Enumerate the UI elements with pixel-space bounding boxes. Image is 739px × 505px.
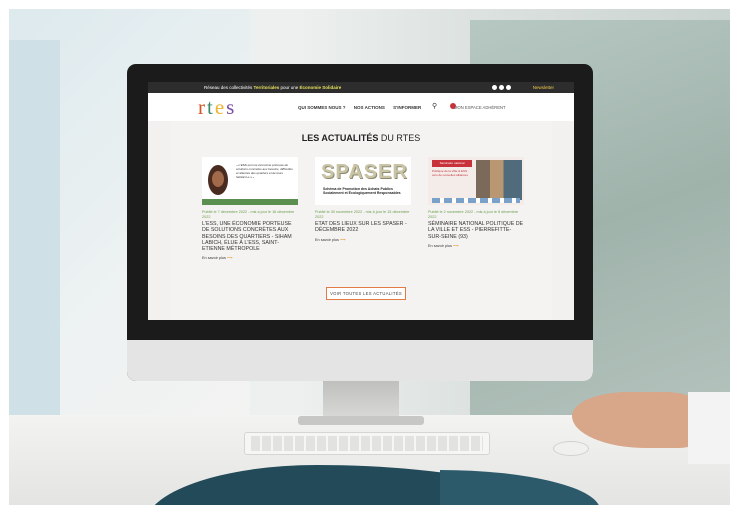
section-title: LES ACTUALITÉS DU RTES — [170, 133, 552, 143]
card-read-more[interactable]: En savoir plus ⟶ — [202, 255, 298, 260]
section-title-rest: DU RTES — [378, 133, 421, 143]
card-read-more-label: En savoir plus — [315, 237, 339, 242]
arrow-right-icon: ⟶ — [339, 237, 346, 242]
nav-item-qui-sommes-nous[interactable]: QUI SOMMES NOUS ? — [298, 105, 346, 110]
mouse — [553, 441, 589, 456]
frame-top — [0, 0, 739, 9]
logo-letter-t: t — [207, 95, 215, 119]
news-card[interactable]: Séminaire national Politique de la Ville… — [428, 157, 524, 248]
monitor-stand — [323, 381, 399, 419]
main-nav: QUI SOMMES NOUS ? NOS ACTIONS S'INFORMER — [298, 105, 428, 110]
wall-panel-left — [0, 40, 60, 440]
frame-left — [0, 0, 9, 505]
top-bar-text: Réseau des collectivités Territoriales p… — [204, 85, 341, 90]
card-read-more-label: En savoir plus — [202, 256, 226, 261]
card-meta: Publié le 7 décembre 2022 - mis à jour l… — [202, 210, 295, 219]
top-bar-text-bold: Territoriales — [253, 85, 280, 90]
card-title[interactable]: ETAT DES LIEUX SUR LES SPASER - DÉCEMBRE… — [315, 221, 411, 233]
partner-logos — [432, 198, 520, 203]
card-meta: Publié le 30 novembre 2022 - mis à jour … — [315, 210, 410, 219]
nav-item-nos-actions[interactable]: NOS ACTIONS — [354, 105, 385, 110]
top-bar-text-pre: Réseau des collectivités — [204, 85, 254, 90]
nav-item-s-informer[interactable]: S'INFORMER — [393, 105, 421, 110]
rtes-logo[interactable]: rtes — [198, 96, 236, 118]
linkedin-icon[interactable] — [506, 85, 511, 90]
logo-letter-e: e — [214, 95, 227, 119]
card-tag: Séminaire national — [432, 160, 472, 167]
screen: Réseau des collectivités Territoriales p… — [148, 82, 574, 320]
espace-adherent-link[interactable]: MON ESPACE ADHÉRENT — [454, 105, 506, 110]
facebook-icon[interactable] — [492, 85, 497, 90]
news-card-image[interactable]: « L'ESS est une économie porteuse de sol… — [202, 157, 298, 205]
card-read-more[interactable]: En savoir plus ⟶ — [315, 237, 411, 242]
logo-letter-s: s — [226, 95, 237, 119]
newsletter-link[interactable]: Newsletter — [533, 85, 554, 90]
photo-collage — [476, 160, 522, 200]
site-header: rtes QUI SOMMES NOUS ? NOS ACTIONS S'INF… — [148, 93, 574, 121]
card-image-text: Politique de la Ville & ESS : vers de no… — [432, 169, 469, 177]
portrait-face — [212, 171, 224, 187]
logo-letter-r: r — [198, 95, 207, 119]
photo-scene: Réseau des collectivités Territoriales p… — [0, 0, 739, 505]
card-quote: « L'ESS est une économie porteuse de sol… — [236, 163, 293, 179]
monitor-stand-base — [298, 416, 424, 425]
search-icon[interactable]: ⚲ — [432, 102, 440, 110]
top-bar-text-mid: pour une — [279, 85, 300, 90]
keyboard — [244, 432, 490, 455]
spaser-subtitle: Schéma de Promotion des Achats Publics S… — [323, 187, 401, 196]
card-read-more-label: En savoir plus — [428, 243, 452, 248]
card-read-more[interactable]: En savoir plus ⟶ — [428, 243, 524, 248]
news-card[interactable]: SPASER Schéma de Promotion des Achats Pu… — [315, 157, 411, 242]
twitter-icon[interactable] — [499, 85, 504, 90]
spaser-logo-text: SPASER — [321, 161, 408, 183]
top-bar-text-bold2: Économie Solidaire — [299, 85, 342, 90]
frame-right — [730, 0, 739, 505]
news-card-image[interactable]: SPASER Schéma de Promotion des Achats Pu… — [315, 157, 411, 205]
card-image-bar — [202, 199, 298, 205]
monitor-chin — [127, 340, 593, 381]
card-title[interactable]: L'ESS, UNE ÉCONOMIE PORTEUSE DE SOLUTION… — [202, 221, 298, 252]
arrow-right-icon: ⟶ — [226, 256, 233, 261]
social-icons — [492, 85, 516, 91]
section-title-bold: LES ACTUALITÉS — [301, 133, 379, 143]
news-card-image[interactable]: Séminaire national Politique de la Ville… — [428, 157, 524, 205]
news-card[interactable]: « L'ESS est une économie porteuse de sol… — [202, 157, 298, 260]
news-section: LES ACTUALITÉS DU RTES « L'ESS est une é… — [170, 121, 552, 320]
card-title[interactable]: SÉMINAIRE NATIONAL POLITIQUE DE LA VILLE… — [428, 221, 524, 240]
top-bar: Réseau des collectivités Territoriales p… — [148, 82, 574, 93]
card-meta: Publié le 2 novembre 2022 - mis à jour l… — [428, 210, 519, 219]
view-all-news-button[interactable]: VOIR TOUTES LES ACTUALITÉS — [326, 287, 406, 300]
arrow-right-icon: ⟶ — [452, 243, 459, 248]
